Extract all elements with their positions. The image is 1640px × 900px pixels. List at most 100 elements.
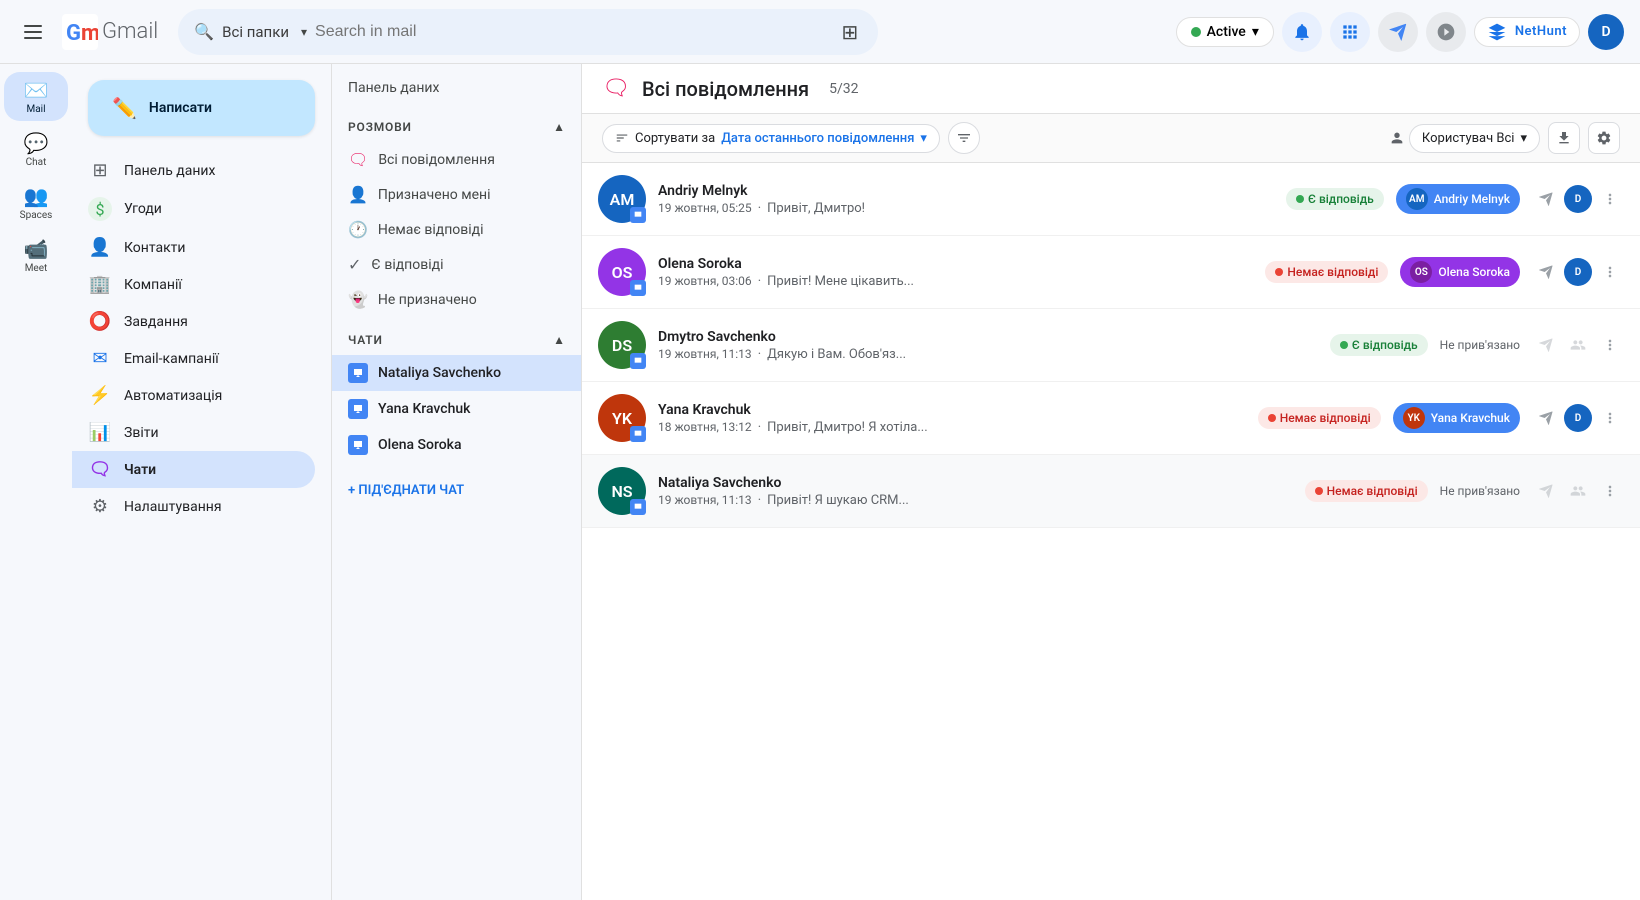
connect-chat-button[interactable]: + ПІД'ЄДНАТИ ЧАТ bbox=[332, 471, 581, 510]
user-filter-button[interactable]: Користувач Всі ▾ bbox=[1409, 124, 1540, 153]
status-dot-olena bbox=[1275, 268, 1283, 276]
compose-button[interactable]: ✏️ Написати bbox=[88, 80, 315, 136]
sort-button[interactable]: Сортувати за Дата останнього повідомленн… bbox=[602, 124, 940, 153]
notification-button[interactable] bbox=[1282, 12, 1322, 52]
forward-action-nataliya[interactable] bbox=[1532, 477, 1560, 505]
sort-label: Сортувати за bbox=[635, 131, 715, 146]
nav-item-settings[interactable]: ⚙ Налаштування bbox=[72, 488, 315, 525]
nav-item-dashboard[interactable]: ⊞ Панель даних bbox=[72, 152, 315, 189]
chat-sub-has-reply[interactable]: ✓ Є відповіді bbox=[332, 247, 581, 282]
conv-separator-1: · bbox=[758, 201, 761, 216]
all-messages-label: Всі повідомлення bbox=[378, 152, 495, 168]
apps-button[interactable] bbox=[1330, 12, 1370, 52]
conversation-row-2[interactable]: OS Olena Soroka 19 жовтня, 03:06 · Приві… bbox=[582, 236, 1640, 309]
assign-action-dmytro[interactable] bbox=[1564, 331, 1592, 359]
chat-sub-no-reply[interactable]: 🕐 Немає відповіді bbox=[332, 212, 581, 247]
search-filters-icon[interactable]: ⊞ bbox=[837, 16, 862, 48]
nav-item-companies[interactable]: 🏢 Компанії bbox=[72, 266, 315, 303]
active-dropdown-arrow[interactable]: ▾ bbox=[1252, 24, 1259, 40]
conversation-row-3[interactable]: DS Dmytro Savchenko 19 жовтня, 11:13 · Д… bbox=[582, 309, 1640, 382]
chat-sub-unassigned[interactable]: 👻 Не призначено bbox=[332, 282, 581, 317]
chat-sub-assigned-me[interactable]: 👤 Призначено мені bbox=[332, 177, 581, 212]
conversation-row-5[interactable]: NS Nataliya Savchenko 19 жовтня, 11:13 ·… bbox=[582, 455, 1640, 528]
nataliya-label: Nataliya Savchenko bbox=[378, 365, 501, 381]
topbar-right: Active ▾ NetHunt D bbox=[1176, 12, 1624, 52]
conv-actions-nataliya bbox=[1532, 477, 1624, 505]
conversation-row-1[interactable]: AM Andriy Melnyk 19 жовтня, 05:25 · Прив… bbox=[582, 163, 1640, 236]
nav-item-contacts[interactable]: 👤 Контакти bbox=[72, 229, 315, 266]
conv-date-olena: 19 жовтня, 03:06 bbox=[658, 274, 752, 288]
rozmovy-section-header[interactable]: РОЗМОВИ ▲ bbox=[332, 112, 581, 142]
conv-actions-olena: D bbox=[1532, 258, 1624, 286]
forward-action-andriy[interactable] bbox=[1532, 185, 1560, 213]
chat-account-nataliya[interactable]: Nataliya Savchenko bbox=[332, 355, 581, 391]
chaty-section: ЧАТИ ▲ Nataliya Savchenko Yana Kravchuk bbox=[332, 325, 581, 463]
sidebar-item-spaces[interactable]: 👥 Spaces bbox=[4, 178, 68, 227]
more-action-yana[interactable] bbox=[1596, 404, 1624, 432]
conversation-row-4[interactable]: YK Yana Kravchuk 18 жовтня, 13:12 · Прив… bbox=[582, 382, 1640, 455]
sidebar-item-mail[interactable]: ✉️ Mail bbox=[4, 72, 68, 121]
nav-item-email-campaigns[interactable]: ✉ Email-кампанії bbox=[72, 340, 315, 377]
menu-button[interactable] bbox=[16, 15, 50, 49]
search-bar[interactable]: 🔍 Всі папки ▾ ⊞ bbox=[178, 9, 878, 55]
forward-action-olena[interactable] bbox=[1532, 258, 1560, 286]
sidebar-item-meet[interactable]: 📹 Meet bbox=[4, 231, 68, 280]
user-filter-arrow[interactable]: ▾ bbox=[1520, 131, 1527, 146]
nav-item-tasks[interactable]: ⭕ Завдання bbox=[72, 303, 315, 340]
chat-account-olena[interactable]: Olena Soroka bbox=[332, 427, 581, 463]
user-avatar[interactable]: D bbox=[1588, 14, 1624, 50]
forward-button[interactable] bbox=[1378, 12, 1418, 52]
nav-reports-label: Звіти bbox=[124, 425, 159, 441]
assignee-chip-yana[interactable]: YK Yana Kravchuk bbox=[1393, 403, 1520, 433]
more-action-andriy[interactable] bbox=[1596, 185, 1624, 213]
chaty-section-header[interactable]: ЧАТИ ▲ bbox=[332, 325, 581, 355]
nav-item-chats[interactable]: 🗨 Чати bbox=[72, 451, 315, 488]
assigned-me-icon: 👤 bbox=[348, 185, 368, 204]
export-button[interactable] bbox=[1548, 122, 1580, 154]
nav-item-reports[interactable]: 📊 Звіти bbox=[72, 414, 315, 451]
user-circle-button[interactable] bbox=[1426, 12, 1466, 52]
avatar-action-olena[interactable]: D bbox=[1564, 258, 1592, 286]
sidebar-item-chat[interactable]: 💬 Chat bbox=[4, 125, 68, 174]
assignee-chip-olena[interactable]: OS Olena Soroka bbox=[1400, 257, 1520, 287]
conv-sep-4: · bbox=[758, 420, 761, 435]
chat-badge-2 bbox=[630, 280, 646, 296]
status-badge-andriy: Є відповідь bbox=[1286, 188, 1384, 210]
active-label: Active bbox=[1207, 24, 1246, 40]
chat-account-yana[interactable]: Yana Kravchuk bbox=[332, 391, 581, 427]
more-action-olena[interactable] bbox=[1596, 258, 1624, 286]
status-badge-olena: Немає відповіді bbox=[1265, 261, 1388, 283]
forward-action-yana[interactable] bbox=[1532, 404, 1560, 432]
filter-button[interactable] bbox=[948, 122, 980, 154]
yana-chat-icon bbox=[348, 399, 368, 419]
search-folder-dropdown[interactable]: ▾ bbox=[301, 25, 307, 39]
avatar-action-andriy[interactable]: D bbox=[1564, 185, 1592, 213]
avatar-action-yana[interactable]: D bbox=[1564, 404, 1592, 432]
nav-companies-label: Компанії bbox=[124, 277, 182, 293]
conv-assignee-olena: OS Olena Soroka bbox=[1400, 257, 1520, 287]
search-input[interactable] bbox=[315, 23, 829, 41]
chats-panel: Панель даних РОЗМОВИ ▲ 🗨 Всі повідомленн… bbox=[332, 64, 582, 900]
svg-text:Gmail: Gmail bbox=[66, 21, 98, 46]
conv-avatar-andriy: AM bbox=[598, 175, 646, 223]
assign-action-nataliya[interactable] bbox=[1564, 477, 1592, 505]
status-dot-andriy bbox=[1296, 195, 1304, 203]
settings-toolbar-button[interactable] bbox=[1588, 122, 1620, 154]
forward-action-dmytro[interactable] bbox=[1532, 331, 1560, 359]
more-action-dmytro[interactable] bbox=[1596, 331, 1624, 359]
olena-label: Olena Soroka bbox=[378, 437, 462, 453]
nav-item-deals[interactable]: $ Угоди bbox=[72, 189, 315, 229]
rozmovy-collapse-arrow[interactable]: ▲ bbox=[553, 120, 565, 134]
active-status-badge[interactable]: Active ▾ bbox=[1176, 17, 1274, 47]
nethunt-logo[interactable]: NetHunt bbox=[1474, 17, 1580, 47]
more-action-nataliya[interactable] bbox=[1596, 477, 1624, 505]
conv-name-andriy: Andriy Melnyk bbox=[658, 183, 1274, 199]
dashboard-icon: ⊞ bbox=[88, 160, 112, 181]
chat-badge-5 bbox=[630, 499, 646, 515]
conv-status-yana: Немає відповіді bbox=[1258, 407, 1381, 429]
nav-item-automation[interactable]: ⚡ Автоматизація bbox=[72, 377, 315, 414]
chaty-collapse-arrow[interactable]: ▲ bbox=[553, 333, 565, 347]
chat-sub-all-messages[interactable]: 🗨 Всі повідомлення bbox=[332, 142, 581, 177]
assignee-chip-andriy[interactable]: AM Andriy Melnyk bbox=[1396, 184, 1520, 214]
sort-dropdown-arrow[interactable]: ▾ bbox=[920, 131, 927, 146]
